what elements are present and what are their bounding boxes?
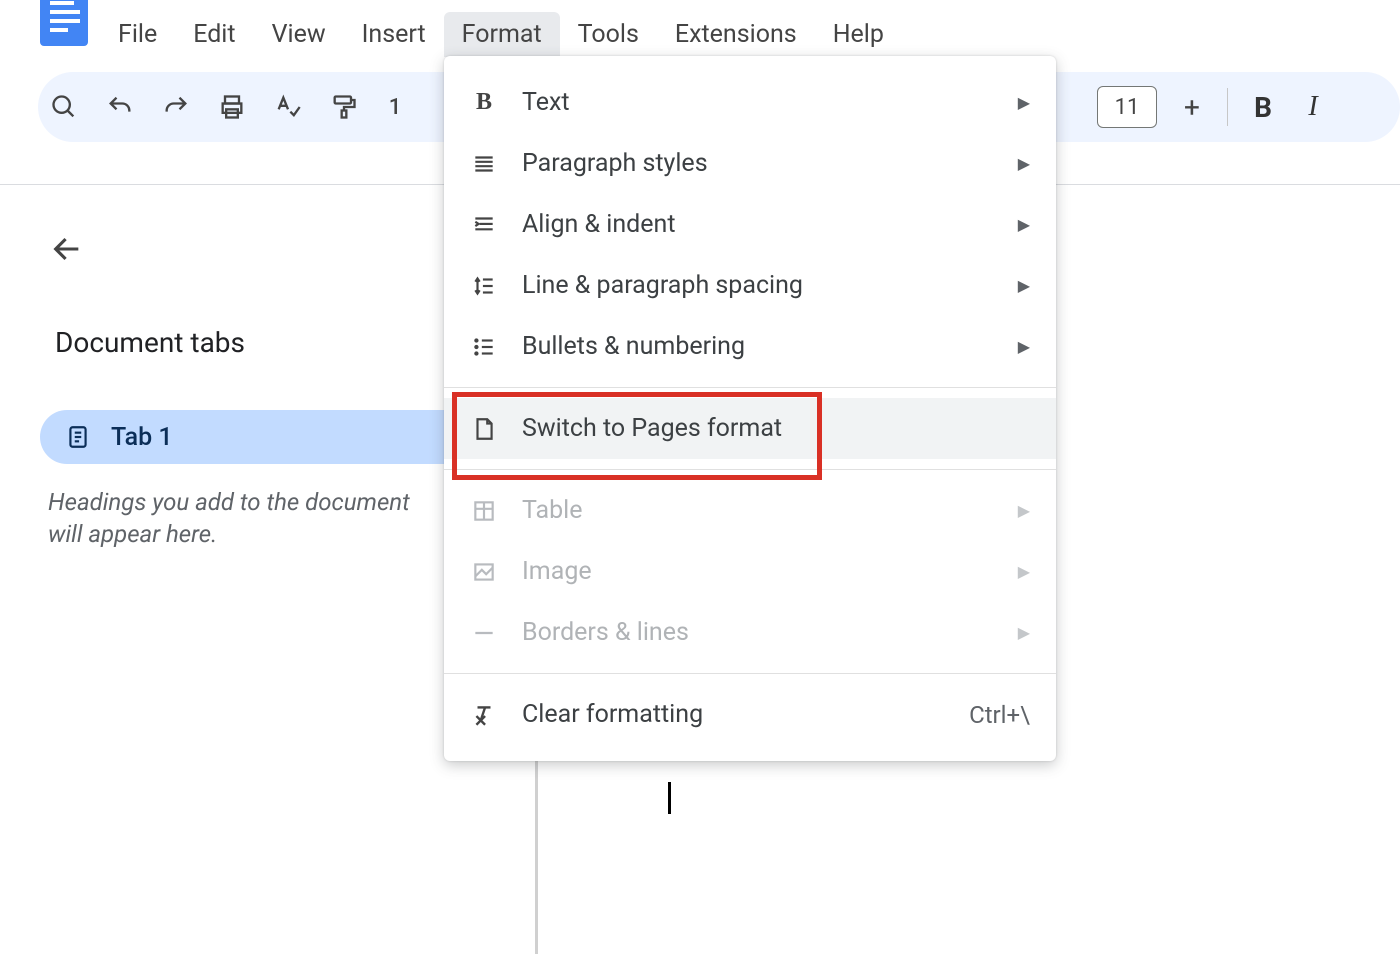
font-size-input[interactable]: 11 (1097, 86, 1157, 128)
menu-help[interactable]: Help (815, 12, 902, 57)
search-icon[interactable] (50, 93, 78, 121)
format-borders-label: Borders & lines (522, 618, 994, 647)
menu-separator (444, 387, 1056, 388)
format-image: Image ▶ (444, 541, 1056, 602)
list-icon (470, 333, 498, 361)
table-icon (470, 497, 498, 525)
format-dropdown: B Text ▶ Paragraph styles ▶ Align & inde… (444, 56, 1056, 761)
menu-view[interactable]: View (254, 12, 344, 57)
align-icon (470, 211, 498, 239)
submenu-arrow-icon: ▶ (1018, 623, 1030, 642)
zoom-value-partial[interactable]: 1 (386, 93, 404, 121)
format-switch-pages-label: Switch to Pages format (522, 414, 1030, 443)
clear-format-icon (470, 701, 498, 729)
menu-insert[interactable]: Insert (344, 12, 444, 57)
bold-icon: B (470, 89, 498, 117)
clear-formatting-shortcut: Ctrl+\ (969, 701, 1030, 729)
menu-extensions[interactable]: Extensions (657, 12, 815, 57)
line-spacing-icon (470, 272, 498, 300)
outline-hint: Headings you add to the document will ap… (48, 486, 448, 551)
format-text[interactable]: B Text ▶ (444, 72, 1056, 133)
format-image-label: Image (522, 557, 994, 586)
submenu-arrow-icon: ▶ (1018, 501, 1030, 520)
submenu-arrow-icon: ▶ (1018, 93, 1030, 112)
menu-separator (444, 469, 1056, 470)
format-line-spacing[interactable]: Line & paragraph spacing ▶ (444, 255, 1056, 316)
format-table: Table ▶ (444, 480, 1056, 541)
format-switch-pages[interactable]: Switch to Pages format (444, 398, 1056, 459)
toolbar: 1 (50, 72, 404, 142)
format-clear-label: Clear formatting (522, 700, 945, 729)
format-bullets-label: Bullets & numbering (522, 332, 994, 361)
submenu-arrow-icon: ▶ (1018, 154, 1030, 173)
format-clear-formatting[interactable]: Clear formatting Ctrl+\ (444, 684, 1056, 745)
paragraph-icon (470, 150, 498, 178)
print-icon[interactable] (218, 93, 246, 121)
redo-icon[interactable] (162, 93, 190, 121)
submenu-arrow-icon: ▶ (1018, 337, 1030, 356)
format-borders-lines: Borders & lines ▶ (444, 602, 1056, 663)
spellcheck-icon[interactable] (274, 93, 302, 121)
menu-tools[interactable]: Tools (560, 12, 657, 57)
font-size-increase-icon[interactable]: + (1177, 91, 1207, 124)
docs-logo[interactable] (40, 0, 88, 46)
text-cursor (668, 782, 671, 814)
format-spacing-label: Line & paragraph spacing (522, 271, 994, 300)
toolbar-right: 11 + B I (1097, 72, 1328, 142)
document-tabs-title: Document tabs (55, 326, 245, 359)
format-bullets-numbering[interactable]: Bullets & numbering ▶ (444, 316, 1056, 377)
tab-document-icon (65, 424, 91, 450)
format-table-label: Table (522, 496, 994, 525)
page-icon (470, 415, 498, 443)
submenu-arrow-icon: ▶ (1018, 276, 1030, 295)
image-icon (470, 558, 498, 586)
tab-1-label: Tab 1 (111, 423, 173, 452)
tab-1[interactable]: Tab 1 (40, 410, 445, 464)
menu-separator (444, 673, 1056, 674)
back-arrow-icon[interactable] (50, 232, 84, 275)
menubar: File Edit View Insert Format Tools Exten… (108, 12, 902, 57)
submenu-arrow-icon: ▶ (1018, 562, 1030, 581)
italic-button[interactable]: I (1298, 91, 1328, 123)
line-icon (470, 619, 498, 647)
bold-button[interactable]: B (1248, 91, 1278, 124)
format-text-label: Text (522, 88, 994, 117)
format-paragraph-label: Paragraph styles (522, 149, 994, 178)
toolbar-divider (1227, 88, 1228, 126)
paint-format-icon[interactable] (330, 93, 358, 121)
submenu-arrow-icon: ▶ (1018, 215, 1030, 234)
menu-file[interactable]: File (108, 12, 175, 57)
menu-edit[interactable]: Edit (175, 12, 253, 57)
format-align-label: Align & indent (522, 210, 994, 239)
format-align-indent[interactable]: Align & indent ▶ (444, 194, 1056, 255)
undo-icon[interactable] (106, 93, 134, 121)
menu-format[interactable]: Format (444, 12, 560, 57)
format-paragraph-styles[interactable]: Paragraph styles ▶ (444, 133, 1056, 194)
